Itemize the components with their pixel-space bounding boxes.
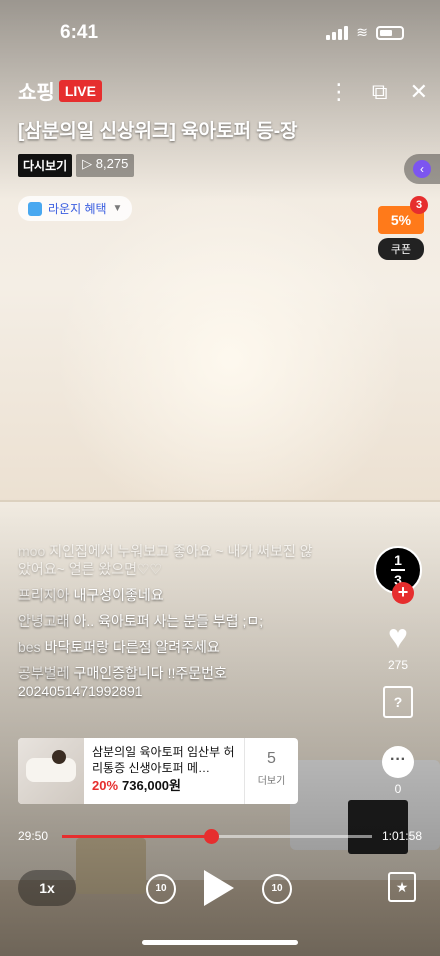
forward-10-icon[interactable]: 10 [262,874,292,904]
header-actions: ⋮ ⧉ ✕ [328,80,428,104]
chat-username: 안녕고래 [18,613,70,629]
shopping-live-logo: 쇼핑 LIVE [18,76,102,105]
more-icon[interactable]: ⋮ [328,80,350,104]
chat-username: bes [18,639,41,655]
seek-bar[interactable] [62,828,372,844]
chat-message: bes 바닥토퍼랑 다른점 알려주세요 [18,638,318,656]
pip-window-icon[interactable]: ⧉ [372,80,388,104]
chat-text: 지인집에서 누워보고 좋아요 ~ 내가 써보진 않았어요~ 얼른 왔으면♡♡ [18,543,313,577]
bookmark-icon[interactable]: ★ [388,872,416,902]
playback-controls: 1x 10 10 ★ [18,870,422,908]
replay-tag: 다시보기 [18,154,73,177]
action-rail: 1 3 + ♥ 275 ? ··· 0 [374,546,422,796]
rewind-10-icon[interactable]: 10 [146,874,176,904]
playback-progress: 29:50 1:01:58 [18,826,422,846]
broadcast-title: [삼분의일 신상위크] 육아토퍼 등-장 [18,121,298,142]
coupon-button[interactable]: 5% 3 쿠폰 [378,196,428,260]
live-badge: LIVE [58,79,102,102]
more-products-label: 더보기 [257,776,286,787]
broadcast-tags: 다시보기 ▷ 8,275 [18,154,135,177]
chevron-down-icon: ▼ [112,203,123,214]
current-time: 29:50 [18,829,49,843]
chat-message: 안녕고래 아.. 육아토퍼 사는 분들 부럽 ;ㅁ; [18,612,318,630]
follow-plus-icon[interactable]: + [392,582,414,604]
chat-message: 프리지아 내구성이좋네요 [18,586,318,604]
more-products-count: 5 [267,750,276,767]
product-info: 삼분의일 육아토퍼 임산부 허리통증 신생아토퍼 메… 20% 736,000원 [84,738,244,804]
like-count: 275 [387,658,409,672]
battery-icon [376,25,404,40]
brand-name: 쇼핑 [18,82,55,104]
total-time: 1:01:58 [381,829,422,843]
chat-text: 내구성이좋네요 [73,587,164,603]
signal-icon [326,25,349,40]
product-price-row: 20% 736,000원 [92,778,236,794]
close-icon[interactable]: ✕ [410,80,428,104]
chat-username: 공부벌레 [18,665,70,681]
video-frame[interactable] [0,0,440,956]
status-time: 6:41 [60,22,99,43]
live-player-screen: 6:41 ≋ 쇼핑 LIVE ⋮ ⧉ ✕ [삼분의일 신상위크] 육아토퍼 등-… [0,0,440,956]
lounge-icon [28,201,42,216]
wifi-icon: ≋ [356,24,368,40]
lounge-label: 라운지 혜택 [48,202,107,216]
lounge-benefit-button[interactable]: 라운지 혜택 ▼ [18,196,133,221]
product-name: 삼분의일 육아토퍼 임산부 허리통증 신생아토퍼 메… [92,745,235,775]
heart-icon: ♥ [387,618,409,656]
product-thumbnail [18,738,84,804]
chat-text: 아.. 육아토퍼 사는 분들 부럽 ;ㅁ; [73,613,264,629]
chat-message: 공부벌레 구매인증합니다 !!주문번호 2024051471992891 [18,664,318,700]
brand-channel-button[interactable]: 1 3 + [374,546,422,604]
seek-handle[interactable] [204,828,220,844]
chat-text: 바닥토퍼랑 다른점 알려주세요 [44,639,220,655]
coupon-count-badge: 3 [410,196,428,214]
question-icon[interactable]: ? [383,686,413,718]
chat-count: 0 [394,782,402,796]
coupon-label: 쿠폰 [378,238,424,260]
chat-list: moo 지인집에서 누워보고 좋아요 ~ 내가 써보진 않았어요~ 얼른 왔으면♡… [18,542,318,708]
home-indicator [142,940,298,945]
view-count: ▷ 8,275 [76,154,135,177]
status-bar: 6:41 ≋ [0,0,440,64]
chat-bubble-icon[interactable]: ··· [382,746,414,778]
status-icons: ≋ [326,24,404,41]
side-panel-toggle[interactable]: ‹ [404,154,440,184]
product-price: 736,000원 [122,778,181,793]
more-products-button[interactable]: 5 더보기 [244,738,298,804]
chat-message: moo 지인집에서 누워보고 좋아요 ~ 내가 써보진 않았어요~ 얼른 왔으면♡… [18,542,318,578]
product-discount: 20% [92,778,119,793]
speed-button[interactable]: 1x [18,870,76,906]
play-icon[interactable] [204,870,234,906]
product-card[interactable]: 삼분의일 육아토퍼 임산부 허리통증 신생아토퍼 메… 20% 736,000원 … [18,738,298,804]
brand-mark-top: 1 [394,552,402,568]
chat-username: moo [18,543,46,559]
seek-bar-fill [62,834,212,838]
chat-username: 프리지아 [18,587,70,603]
like-button[interactable]: ♥ 275 [388,620,408,672]
chevron-left-icon: ‹ [413,160,431,178]
